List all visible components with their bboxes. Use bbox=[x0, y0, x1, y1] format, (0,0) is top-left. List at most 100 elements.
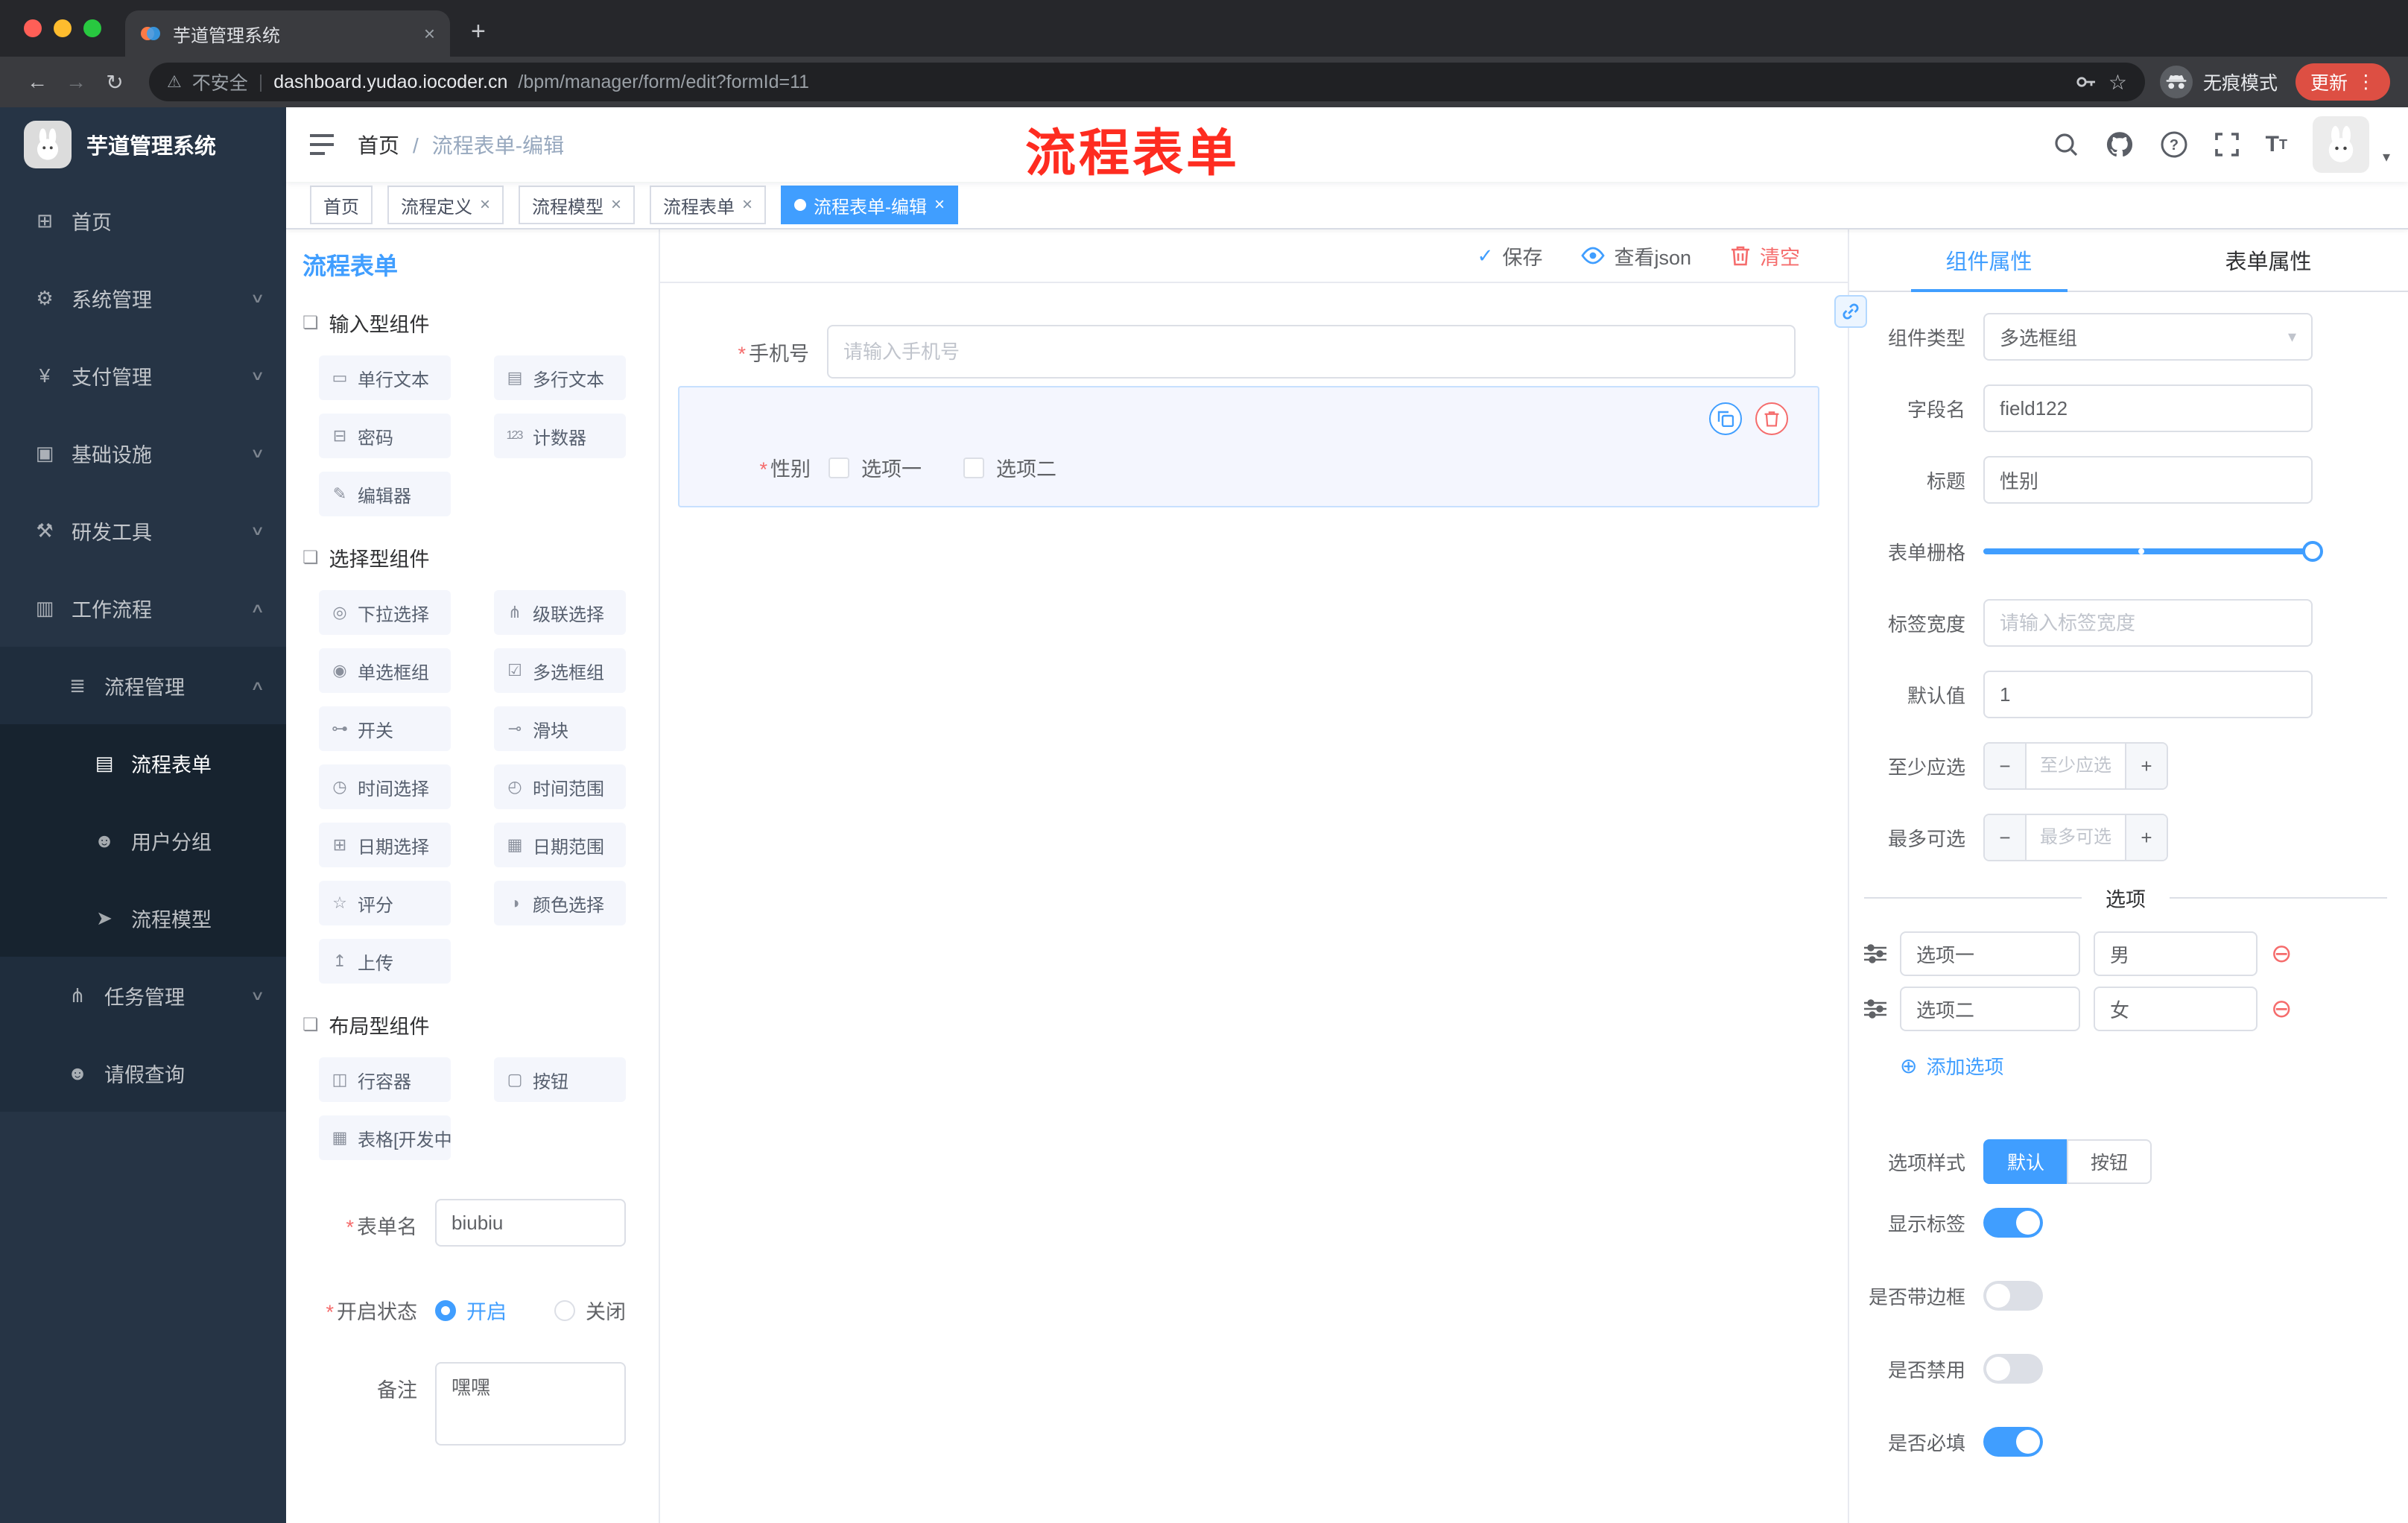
window-close-button[interactable] bbox=[24, 19, 42, 37]
window-zoom-button[interactable] bbox=[83, 19, 101, 37]
palette-item-slider[interactable]: ⊸ 滑块 bbox=[494, 706, 626, 751]
option-label-input[interactable] bbox=[1900, 987, 2080, 1031]
border-toggle[interactable] bbox=[1983, 1281, 2043, 1311]
view-json-button[interactable]: 查看json bbox=[1581, 241, 1691, 270]
gender-option2-checkbox[interactable]: 选项二 bbox=[963, 453, 1056, 482]
gender-option1-checkbox[interactable]: 选项一 bbox=[828, 453, 922, 482]
sidebar-item-process-management[interactable]: ≣ 流程管理 ∧ bbox=[0, 647, 286, 724]
palette-item-table[interactable]: ▦ 表格[开发中] bbox=[319, 1115, 451, 1160]
tab-form-props[interactable]: 表单属性 bbox=[2129, 229, 2408, 291]
palette-item-color-picker[interactable]: ◑ 颜色选择 bbox=[494, 881, 626, 925]
phone-field[interactable]: * 手机号 bbox=[678, 325, 1796, 379]
palette-item-rate[interactable]: ☆ 评分 bbox=[319, 881, 451, 925]
decrease-button[interactable]: − bbox=[1985, 815, 2027, 860]
sidebar-item-leave-query[interactable]: ☻ 请假查询 bbox=[0, 1034, 286, 1112]
address-bar[interactable]: ⚠ 不安全 | dashboard.yudao.iocoder.cn/bpm/m… bbox=[149, 63, 2145, 101]
window-minimize-button[interactable] bbox=[54, 19, 72, 37]
font-size-icon[interactable]: TT bbox=[2266, 133, 2287, 156]
style-default-button[interactable]: 默认 bbox=[1983, 1139, 2068, 1184]
option-label-input[interactable] bbox=[1900, 931, 2080, 976]
help-icon[interactable]: ? bbox=[2160, 130, 2188, 159]
sidebar-item-payment[interactable]: ¥ 支付管理 ∨ bbox=[0, 337, 286, 414]
max-select-input[interactable] bbox=[2027, 815, 2125, 860]
key-icon[interactable] bbox=[2074, 70, 2098, 94]
form-remark-textarea[interactable]: 嘿嘿 bbox=[435, 1362, 626, 1446]
option-value-input[interactable] bbox=[2094, 987, 2258, 1031]
phone-input[interactable] bbox=[827, 325, 1796, 379]
palette-item-time-picker[interactable]: ◷ 时间选择 bbox=[319, 764, 451, 809]
avatar[interactable] bbox=[2312, 116, 2369, 173]
breadcrumb-home[interactable]: 首页 bbox=[358, 134, 399, 157]
tag-process-form[interactable]: 流程表单 × bbox=[650, 186, 767, 224]
tag-process-definition[interactable]: 流程定义 × bbox=[387, 186, 504, 224]
avatar-caret-icon[interactable]: ▾ bbox=[2383, 148, 2390, 166]
title-input[interactable] bbox=[1983, 456, 2313, 504]
palette-item-radio-group[interactable]: ◉ 单选框组 bbox=[319, 648, 451, 693]
style-button-button[interactable]: 按钮 bbox=[2067, 1139, 2152, 1184]
copy-widget-button[interactable] bbox=[1709, 402, 1742, 435]
delete-widget-button[interactable] bbox=[1755, 402, 1788, 435]
default-value-input[interactable] bbox=[1983, 671, 2313, 718]
palette-item-date-picker[interactable]: ⊞ 日期选择 bbox=[319, 823, 451, 867]
sidebar-item-task-management[interactable]: ⋔ 任务管理 ∨ bbox=[0, 957, 286, 1034]
required-toggle[interactable] bbox=[1983, 1427, 2043, 1457]
palette-item-cascader[interactable]: ⋔ 级联选择 bbox=[494, 590, 626, 635]
save-button[interactable]: ✓ 保存 bbox=[1477, 241, 1543, 270]
status-off-radio[interactable]: 关闭 bbox=[554, 1296, 626, 1325]
search-icon[interactable] bbox=[2053, 131, 2079, 158]
sidebar-item-dev-tools[interactable]: ⚒ 研发工具 ∨ bbox=[0, 492, 286, 569]
palette-item-switch[interactable]: ⊶ 开关 bbox=[319, 706, 451, 751]
option-drag-icon[interactable] bbox=[1864, 999, 1886, 1019]
palette-item-single-line-text[interactable]: ▭ 单行文本 bbox=[319, 355, 451, 400]
tag-close-icon[interactable]: × bbox=[742, 194, 752, 215]
slider-handle[interactable] bbox=[2302, 541, 2323, 562]
show-label-toggle[interactable] bbox=[1983, 1208, 2043, 1238]
option-value-input[interactable] bbox=[2094, 931, 2258, 976]
sidebar-item-system[interactable]: ⚙ 系统管理 ∨ bbox=[0, 259, 286, 337]
palette-item-date-range[interactable]: ▦ 日期范围 bbox=[494, 823, 626, 867]
fullscreen-icon[interactable] bbox=[2214, 131, 2240, 158]
selected-widget-gender[interactable]: * 性别 选项一 选项二 bbox=[678, 386, 1819, 507]
status-on-radio[interactable]: 开启 bbox=[435, 1296, 507, 1325]
browser-tab[interactable]: 芋道管理系统 × bbox=[125, 10, 450, 57]
bookmark-star-icon[interactable]: ☆ bbox=[2108, 70, 2127, 95]
label-width-input[interactable] bbox=[1983, 599, 2313, 647]
sidebar-logo[interactable]: 芋道管理系统 bbox=[0, 107, 286, 182]
tag-close-icon[interactable]: × bbox=[934, 194, 945, 215]
palette-item-checkbox-group[interactable]: ☑ 多选框组 bbox=[494, 648, 626, 693]
update-menu-button[interactable]: 更新 ⋮ bbox=[2295, 63, 2390, 101]
tag-close-icon[interactable]: × bbox=[611, 194, 621, 215]
increase-button[interactable]: + bbox=[2125, 815, 2167, 860]
min-select-input[interactable] bbox=[2027, 744, 2125, 788]
tag-close-icon[interactable]: × bbox=[480, 194, 490, 215]
palette-item-upload[interactable]: ↥ 上传 bbox=[319, 939, 451, 984]
sidebar-item-home[interactable]: ⊞ 首页 bbox=[0, 182, 286, 259]
tag-home[interactable]: 首页 bbox=[310, 186, 373, 224]
disabled-toggle[interactable] bbox=[1983, 1354, 2043, 1384]
form-name-input[interactable] bbox=[435, 1199, 626, 1247]
back-button[interactable]: ← bbox=[18, 70, 57, 94]
add-option-button[interactable]: ⊕ 添加选项 bbox=[1900, 1052, 2313, 1080]
sidebar-item-workflow[interactable]: ▥ 工作流程 ∧ bbox=[0, 569, 286, 647]
github-icon[interactable] bbox=[2105, 130, 2135, 159]
clear-button[interactable]: 清空 bbox=[1730, 241, 1800, 270]
panel-link-icon[interactable] bbox=[1834, 295, 1867, 328]
forward-button[interactable]: → bbox=[57, 70, 95, 94]
new-tab-button[interactable]: + bbox=[471, 17, 486, 46]
security-label[interactable]: 不安全 bbox=[192, 69, 248, 95]
form-grid-slider[interactable] bbox=[1983, 528, 2323, 575]
sidebar-item-process-form[interactable]: ▤ 流程表单 bbox=[0, 724, 286, 802]
sidebar-item-user-group[interactable]: ☻ 用户分组 bbox=[0, 802, 286, 879]
palette-item-time-range[interactable]: ◴ 时间范围 bbox=[494, 764, 626, 809]
sidebar-item-infrastructure[interactable]: ▣ 基础设施 ∨ bbox=[0, 414, 286, 492]
tag-process-model[interactable]: 流程模型 × bbox=[519, 186, 636, 224]
increase-button[interactable]: + bbox=[2125, 744, 2167, 788]
reload-button[interactable]: ↻ bbox=[95, 70, 134, 95]
more-menu-icon[interactable]: ⋮ bbox=[2357, 71, 2375, 93]
tab-close-icon[interactable]: × bbox=[424, 22, 435, 45]
option-drag-icon[interactable] bbox=[1864, 944, 1886, 963]
palette-item-password[interactable]: ⊟ 密码 bbox=[319, 414, 451, 458]
tab-component-props[interactable]: 组件属性 bbox=[1849, 229, 2129, 292]
palette-item-select[interactable]: ◎ 下拉选择 bbox=[319, 590, 451, 635]
palette-item-editor[interactable]: ✎ 编辑器 bbox=[319, 472, 451, 516]
